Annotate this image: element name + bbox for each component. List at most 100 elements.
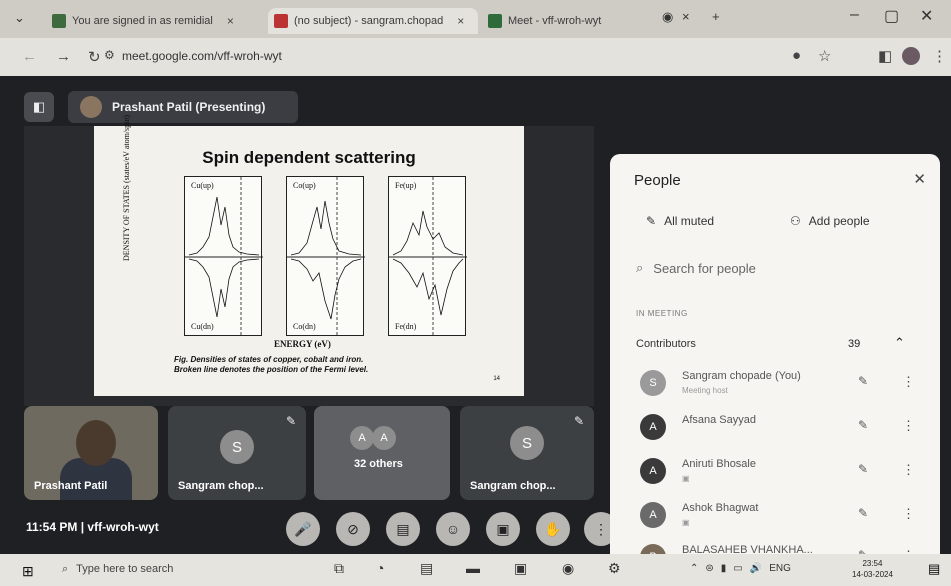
mic-toggle-icon[interactable]: 🎤 [286, 512, 320, 546]
add-people-button[interactable]: ⚇ Add people [790, 214, 870, 228]
notification-icon[interactable]: ▤ [928, 561, 940, 577]
dos-panel-fe: Fe(up) Fe(dn) [388, 176, 467, 337]
presenter-label: Prashant Patil (Presenting) [112, 100, 266, 114]
battery-icon[interactable]: ▮ [721, 563, 727, 574]
task-view-icon[interactable]: ⧉ [334, 560, 344, 577]
edge-icon[interactable]: ◔ [376, 560, 384, 576]
store-icon[interactable]: ▤ [420, 560, 433, 577]
bookmark-star-icon[interactable]: ☆ [818, 47, 831, 65]
chevron-up-icon[interactable]: ⌃ [894, 335, 905, 351]
forward-arrow-icon[interactable]: → [56, 48, 71, 65]
tile-name: 32 others [354, 458, 403, 470]
tab-close-icon[interactable]: × [682, 9, 690, 24]
exit-fullscreen-icon[interactable]: ◧ [24, 92, 54, 122]
site-settings-icon[interactable]: ⚙ [104, 48, 115, 62]
meet-app-icon[interactable]: ▣ [514, 560, 527, 577]
mic-off-icon[interactable]: ✎ [858, 462, 868, 476]
panel-label: Fe(up) [395, 181, 417, 190]
slide-x-axis-label: ENERGY (eV) [274, 339, 331, 349]
slide-title: Spin dependent scattering [202, 148, 416, 167]
close-panel-icon[interactable]: ✕ [913, 170, 926, 188]
url-field[interactable]: meet.google.com/vff-wroh-wyt [122, 49, 282, 63]
tab-close-icon[interactable]: × [227, 14, 234, 28]
back-arrow-icon[interactable]: ← [22, 48, 37, 65]
participant-tile-camera[interactable]: Prashant Patil [24, 406, 158, 500]
participant-avatar: A [640, 414, 666, 440]
participant-tile[interactable]: ✎ S Sangram chop... [460, 406, 594, 500]
mic-off-icon[interactable]: ✎ [858, 506, 868, 520]
add-person-icon: ⚇ [790, 214, 801, 228]
camera-permission-icon[interactable]: ● [792, 47, 801, 64]
participant-row[interactable]: A Afsana Sayyad ✎ ⋮ [636, 410, 926, 446]
more-vert-icon[interactable]: ⋮ [902, 462, 915, 478]
tab-search-dropdown-icon[interactable]: ⌄ [14, 10, 25, 26]
tab-title: (no subject) - sangram.chopad [294, 15, 444, 27]
raise-hand-icon[interactable]: ✋ [536, 512, 570, 546]
windows-taskbar: ⊞ ⌕ Type here to search ⧉ ◔ ▤ ▬ ▣ ◉ ⚙ ⌃ … [0, 554, 951, 586]
maximize-icon[interactable]: ▢ [884, 6, 899, 26]
display-icon[interactable]: ▭ [733, 563, 742, 574]
participant-tile[interactable]: ✎ S Sangram chop... [168, 406, 306, 500]
chevron-up-icon[interactable]: ⌃ [690, 563, 698, 574]
file-explorer-icon[interactable]: ▬ [466, 560, 480, 576]
browser-menu-icon[interactable]: ⋮ [932, 47, 947, 65]
tab-meet[interactable]: Meet - vff-wroh-wyt [488, 8, 638, 34]
tile-name: Sangram chop... [470, 480, 556, 492]
dos-panel-co: Co(up) Co(dn) [286, 176, 365, 337]
muted-mic-icon: ✎ [285, 414, 296, 428]
network-icon[interactable]: ⊜ [705, 563, 713, 574]
presenter-chip[interactable]: Prashant Patil (Presenting) [68, 91, 298, 123]
clock-date: 14-03-2024 [852, 570, 893, 579]
participant-row[interactable]: A Ashok Bhagwat ▣ ✎ ⋮ [636, 498, 926, 534]
participant-row[interactable]: A Aniruti Bhosale ▣ ✎ ⋮ [636, 454, 926, 490]
slide-page-number: 14 [493, 376, 500, 382]
reload-icon[interactable]: ↻ [88, 48, 101, 66]
camera-figure-face [76, 420, 116, 466]
sidepanel-icon[interactable]: ◧ [878, 47, 892, 65]
settings-gear-icon[interactable]: ⚙ [608, 560, 621, 577]
more-vert-icon[interactable]: ⋮ [902, 506, 915, 522]
participant-name: Aniruti Bhosale [682, 458, 756, 470]
chrome-icon[interactable]: ◉ [562, 560, 574, 577]
meet-favicon-icon [488, 14, 502, 28]
muted-mic-icon: ✎ [573, 414, 584, 428]
contributors-label[interactable]: Contributors [636, 338, 696, 350]
window-close-icon[interactable]: ✕ [920, 6, 933, 26]
sheets-favicon-icon [52, 14, 66, 28]
shared-slide: Spin dependent scattering DENSITY OF STA… [94, 115, 524, 396]
contributors-count: 39 [848, 338, 861, 350]
all-muted-button[interactable]: ✎ All muted [646, 214, 714, 228]
recording-indicator-icon: ◉ [662, 9, 674, 24]
more-vert-icon[interactable]: ⋮ [902, 374, 915, 390]
emoji-icon[interactable]: ☺ [436, 512, 470, 546]
participant-row[interactable]: S Sangram chopade (You) Meeting host ✎ ⋮ [636, 366, 926, 402]
meet-area: ◧ Prashant Patil (Presenting) Spin depen… [0, 76, 951, 572]
slide-caption: Fig. Densities of states of copper, coba… [174, 355, 368, 375]
taskbar-search[interactable]: ⌕ Type here to search [62, 563, 173, 576]
meeting-time: 11:54 PM [26, 520, 78, 534]
camera-toggle-icon[interactable]: ⊘ [336, 512, 370, 546]
volume-icon[interactable]: 🔊 [750, 563, 762, 574]
language-indicator[interactable]: ENG [769, 563, 791, 574]
mic-off-icon[interactable]: ✎ [858, 418, 868, 432]
windows-start-icon[interactable]: ⊞ [22, 563, 34, 580]
new-tab-icon[interactable]: + [712, 9, 720, 24]
screen: ⌄ You are signed in as remidial × (no su… [0, 0, 951, 586]
more-vert-icon[interactable]: ⋮ [902, 418, 915, 434]
minimize-icon[interactable]: – [850, 6, 859, 24]
participant-name: Sangram chopade (You) [682, 370, 801, 382]
tab-signed-in[interactable]: You are signed in as remidial × [52, 8, 262, 34]
panel-label: Fe(dn) [395, 322, 417, 331]
participant-name: Ashok Bhagwat [682, 502, 759, 514]
taskbar-clock[interactable]: 23:54 14-03-2024 [852, 558, 893, 580]
captions-icon[interactable]: ▤ [386, 512, 420, 546]
mic-off-icon[interactable]: ✎ [858, 374, 868, 388]
profile-avatar-icon[interactable] [902, 47, 920, 69]
others-tile[interactable]: A A 32 others [314, 406, 450, 500]
dos-plot-cu [185, 177, 263, 337]
tab-gmail[interactable]: (no subject) - sangram.chopad × [268, 8, 478, 34]
present-screen-icon[interactable]: ▣ [486, 512, 520, 546]
gmail-favicon-icon [274, 14, 288, 28]
people-search[interactable]: ⌕ Search for people [636, 260, 756, 276]
tab-close-icon[interactable]: × [457, 14, 464, 28]
